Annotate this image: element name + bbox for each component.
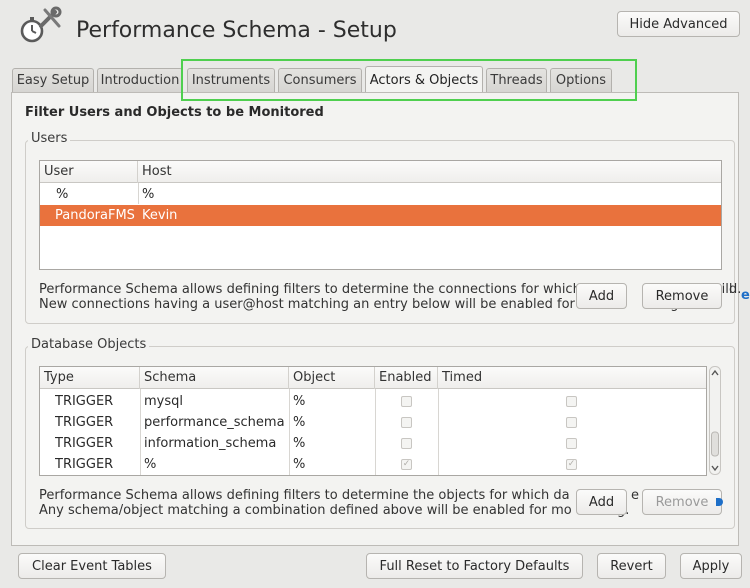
users-description-line1: Performance Schema allows defining filte…	[39, 282, 581, 297]
users-description: Performance Schema allows defining filte…	[39, 282, 745, 314]
host-cell: Kevin	[142, 208, 178, 223]
schema-cell: %	[144, 457, 157, 472]
schema-cell: mysql	[144, 394, 183, 409]
users-add-button[interactable]: Add	[576, 283, 627, 309]
tab-introduction[interactable]: Introduction	[97, 68, 183, 92]
users-remove-button[interactable]: Remove	[642, 283, 722, 309]
app-icon	[15, 6, 63, 46]
apply-button[interactable]: Apply	[680, 553, 742, 579]
users-table-header: User Host	[40, 161, 721, 183]
full-reset-button[interactable]: Full Reset to Factory Defaults	[366, 553, 583, 579]
column-header-timed[interactable]: Timed	[438, 367, 706, 389]
revert-button[interactable]: Revert	[597, 553, 666, 579]
timed-checkbox[interactable]	[566, 396, 577, 407]
enabled-checkbox[interactable]	[401, 396, 412, 407]
database-objects-table[interactable]: Type Schema Object Enabled Timed TRIGGER…	[39, 366, 707, 476]
user-cell: %	[56, 187, 69, 202]
window-title: Performance Schema - Setup	[76, 18, 397, 43]
object-cell: %	[293, 415, 306, 430]
column-header-user[interactable]: User	[40, 161, 138, 183]
timed-checkbox[interactable]	[566, 417, 577, 428]
type-cell: TRIGGER	[55, 415, 114, 430]
timed-checkbox-checked[interactable]: ✓	[566, 459, 577, 470]
column-header-enabled[interactable]: Enabled	[375, 367, 438, 389]
objects-description-line2: Any schema/object matching a combination…	[39, 503, 572, 518]
objects-table-header: Type Schema Object Enabled Timed	[40, 367, 706, 389]
object-cell: %	[293, 394, 306, 409]
column-header-object[interactable]: Object	[289, 367, 375, 389]
users-description-line1-end: d.	[729, 282, 742, 297]
schema-cell: information_schema	[144, 436, 277, 451]
column-header-type[interactable]: Type	[40, 367, 140, 389]
timed-checkbox[interactable]	[566, 438, 577, 449]
table-row[interactable]: TRIGGER performance_schema %	[40, 412, 706, 433]
tab-easy-setup[interactable]: Easy Setup	[12, 68, 94, 92]
type-cell: TRIGGER	[55, 394, 114, 409]
table-row[interactable]: TRIGGER information_schema %	[40, 433, 706, 454]
user-cell: PandoraFMS	[55, 208, 135, 223]
object-cell: %	[293, 457, 306, 472]
database-objects-group-label: Database Objects	[28, 337, 150, 352]
users-table[interactable]: User Host % % PandoraFMS Kevin	[39, 160, 722, 270]
users-group-label: Users	[28, 131, 71, 146]
objects-add-button[interactable]: Add	[576, 489, 627, 515]
table-row[interactable]: % %	[40, 184, 721, 205]
enabled-checkbox[interactable]	[401, 438, 412, 449]
enabled-checkbox[interactable]	[401, 417, 412, 428]
type-cell: TRIGGER	[55, 436, 114, 451]
page-heading: Filter Users and Objects to be Monitored	[25, 105, 324, 120]
table-row[interactable]: TRIGGER mysql %	[40, 391, 706, 412]
objects-description: Performance Schema allows defining filte…	[39, 488, 739, 520]
highlight-box	[181, 59, 637, 101]
object-cell: %	[293, 436, 306, 451]
type-cell: TRIGGER	[55, 457, 114, 472]
column-header-schema[interactable]: Schema	[140, 367, 289, 389]
hide-advanced-button[interactable]: Hide Advanced	[617, 11, 740, 37]
schema-cell: performance_schema	[144, 415, 285, 430]
objects-description-line1: Performance Schema allows defining filte…	[39, 488, 570, 503]
clear-event-tables-button[interactable]: Clear Event Tables	[18, 553, 166, 579]
table-row-selected[interactable]: PandoraFMS Kevin	[40, 205, 721, 226]
objects-table-scrollbar[interactable]	[709, 366, 721, 475]
table-row[interactable]: TRIGGER % % ✓ ✓	[40, 454, 706, 475]
users-description-line2: New connections having a user@host match…	[39, 297, 575, 312]
enabled-checkbox-checked[interactable]: ✓	[401, 459, 412, 470]
info-icon: e	[741, 289, 750, 303]
objects-remove-button[interactable]: Remove	[642, 489, 722, 515]
host-cell: %	[142, 187, 155, 202]
column-header-host[interactable]: Host	[138, 161, 721, 183]
